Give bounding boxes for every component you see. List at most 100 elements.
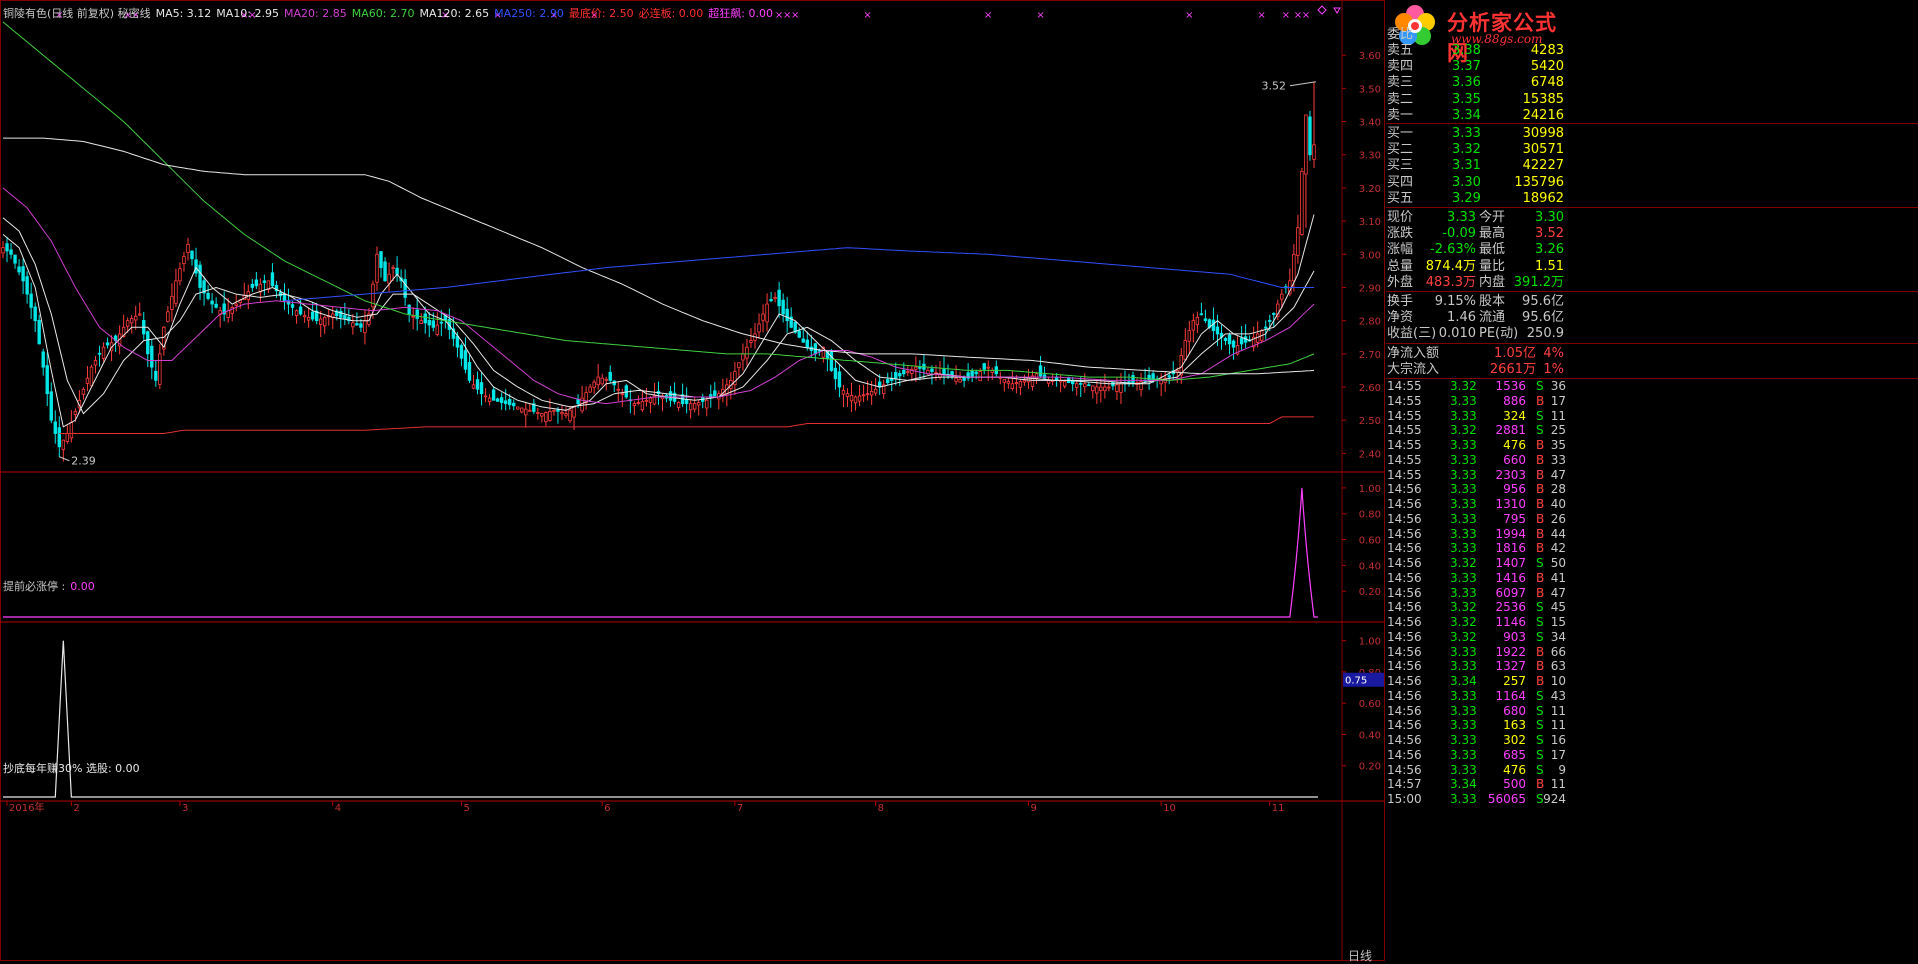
candle-body <box>206 292 210 299</box>
tick-price: 3.33 <box>1450 438 1477 452</box>
y-tick-label: 3.40 <box>1359 118 1381 129</box>
candle-body <box>178 268 182 282</box>
candle-body <box>970 370 974 377</box>
candle-body <box>781 299 785 315</box>
main-legend-item-2: MA10: 2.95 <box>216 7 280 20</box>
y-tick-label: 3.10 <box>1359 217 1381 228</box>
panel-separator <box>1386 207 1918 208</box>
candle-body <box>1070 380 1075 385</box>
x-tick-label: 2016年 <box>9 801 44 814</box>
tick-count: 43 <box>1550 688 1566 703</box>
tick-volume: 1146 <box>1495 615 1526 629</box>
tick-time: 14:57 <box>1387 777 1422 792</box>
tick-volume: 302 <box>1503 733 1526 747</box>
candle-body <box>568 409 572 422</box>
tick-price: 3.33 <box>1450 511 1477 526</box>
main-legend-item-9: 超狂飙: 0.00 <box>708 7 773 20</box>
candle-body <box>894 371 898 379</box>
candle-body <box>379 251 383 268</box>
tick-count: 17 <box>1550 747 1566 762</box>
tick-price: 3.33 <box>1450 733 1477 747</box>
indicator1-legend-item-0: 提前必涨停 : <box>3 580 66 593</box>
tick-volume: 2536 <box>1495 600 1526 615</box>
signal-marker: × <box>1036 10 1044 21</box>
candle-body <box>258 283 263 293</box>
candle-body <box>604 378 608 381</box>
signal-marker: × <box>1282 10 1290 21</box>
candle-body <box>741 353 745 361</box>
candle-body <box>713 390 717 397</box>
candle-body <box>978 371 982 382</box>
candle-body <box>101 346 106 359</box>
tick-volume: 257 <box>1503 674 1526 688</box>
candle-body <box>359 323 363 328</box>
candle-body <box>1099 386 1103 391</box>
tick-count: 66 <box>1550 644 1566 659</box>
candle-body <box>668 391 673 401</box>
candle-body <box>234 303 238 306</box>
flow-value: 2661万 <box>1489 361 1536 377</box>
period-label[interactable]: 日线 <box>1348 947 1372 964</box>
candle-body <box>214 303 218 308</box>
flow-pct: 1% <box>1543 361 1564 377</box>
tick-count: 28 <box>1550 482 1566 497</box>
tick-time: 14:56 <box>1387 482 1422 497</box>
candle-body <box>564 413 568 416</box>
candle-body <box>588 386 592 393</box>
candle-body <box>1038 365 1043 377</box>
candle-body <box>391 267 395 269</box>
signal-marker: × <box>863 10 871 21</box>
candle-body <box>1119 383 1123 393</box>
y2-tick-label: 0.60 <box>1359 699 1381 710</box>
candle-body <box>310 311 315 320</box>
main-legend-item-8: 必连板: 0.00 <box>638 7 704 20</box>
candle-body <box>198 264 202 288</box>
signal-marker: × <box>1185 10 1193 21</box>
tick-time: 14:56 <box>1387 497 1422 511</box>
candle-body <box>250 283 255 288</box>
tick-count: 15 <box>1550 615 1566 629</box>
tick-volume: 2881 <box>1495 423 1526 438</box>
candle-body <box>777 289 781 307</box>
candle-body <box>306 316 311 321</box>
tick-volume: 1922 <box>1495 644 1526 659</box>
tick-count: 63 <box>1550 659 1566 674</box>
candle-body <box>540 413 544 417</box>
candle-body <box>520 407 524 413</box>
candle-body <box>1300 170 1304 235</box>
candle-body <box>624 385 629 398</box>
chart-area[interactable]: 2.40 2.50 2.60 2.70 2.80 2.90 3.00 3.10 3.20 3.30… <box>0 0 1385 964</box>
candle-body <box>174 280 178 304</box>
candle-body <box>528 409 532 412</box>
candle-body <box>387 273 391 284</box>
quote-value: 391.2万 <box>1513 274 1564 290</box>
tick-time: 14:56 <box>1387 644 1422 659</box>
tick-count: 33 <box>1550 452 1566 467</box>
candle-body <box>93 360 98 366</box>
tick-price: 3.32 <box>1450 379 1477 393</box>
candle-body <box>765 303 769 323</box>
tick-time: 14:55 <box>1387 379 1422 393</box>
kline-chart[interactable]: 2.40 2.50 2.60 2.70 2.80 2.90 3.00 3.10 3.20 3.30… <box>0 0 1385 961</box>
y2-tick-label: 0.20 <box>1359 762 1381 773</box>
chart-frame <box>0 0 1385 961</box>
candle-body <box>351 322 355 328</box>
candle-body <box>270 272 275 287</box>
x-tick-label: 7 <box>737 803 743 814</box>
candle-body <box>684 399 689 405</box>
candle-body <box>415 309 419 319</box>
tick-time: 14:56 <box>1387 659 1422 674</box>
candle-body <box>692 403 697 410</box>
candle-body <box>226 310 230 318</box>
bid-row: 买五 3.29 18962 <box>1386 190 1918 208</box>
candle-body <box>363 320 367 334</box>
tick-time: 14:56 <box>1387 526 1422 541</box>
y-tick-label: 2.70 <box>1359 350 1381 361</box>
candle-body <box>89 366 94 387</box>
tick-time: 14:56 <box>1387 733 1422 747</box>
candle-body <box>1014 382 1019 385</box>
candle-body <box>636 402 641 404</box>
panel-separator <box>1386 291 1918 292</box>
candle-body <box>1083 383 1087 388</box>
candle-body <box>761 313 765 321</box>
